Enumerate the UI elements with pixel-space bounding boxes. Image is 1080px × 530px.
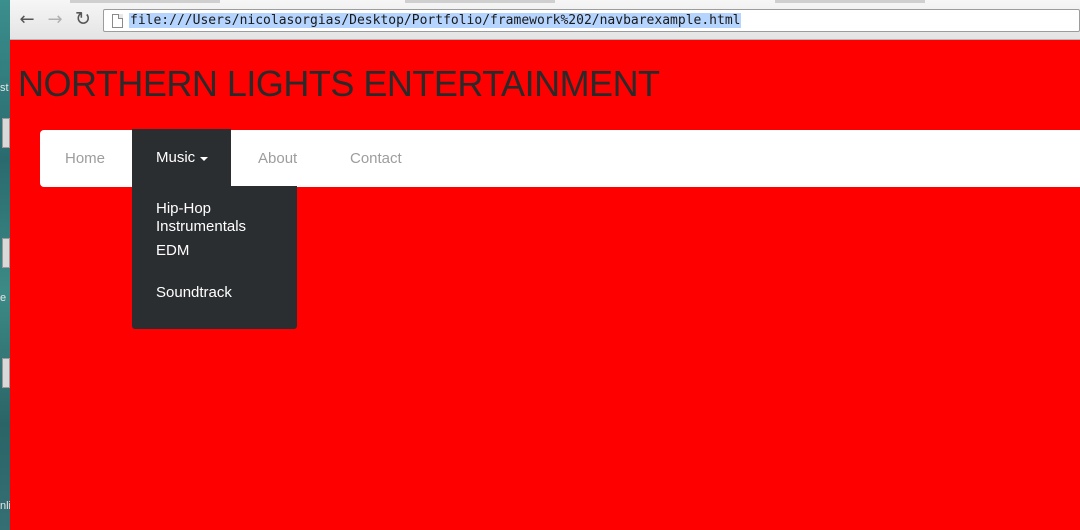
dropdown-item-hip-hop-instrumentals[interactable]: Hip-Hop Instrumentals — [132, 200, 297, 242]
nav-about-link[interactable]: About — [258, 130, 297, 187]
desktop-file-icon — [2, 358, 10, 388]
forward-arrow-icon: → — [47, 8, 63, 30]
browser-tab-edge[interactable] — [775, 0, 925, 3]
reload-icon: ↻ — [75, 8, 91, 30]
address-bar[interactable]: file:///Users/nicolasorgias/Desktop/Port… — [103, 9, 1080, 32]
page-icon — [112, 13, 123, 28]
browser-toolbar: ← → ↻ file:///Users/nicolasorgias/Deskto… — [10, 0, 1080, 40]
reload-button[interactable]: ↻ — [72, 8, 94, 30]
desktop-label-fragment: nli — [0, 500, 10, 512]
nav-home-link[interactable]: Home — [65, 130, 105, 187]
music-dropdown-menu: Hip-Hop Instrumentals EDM Soundtrack — [132, 186, 297, 329]
dropdown-item-label-line2: Instrumentals — [156, 218, 247, 235]
browser-tab-edge[interactable] — [70, 0, 220, 3]
desktop-file-icon — [2, 118, 10, 148]
dropdown-item-label-line1: Hip-Hop — [156, 200, 212, 217]
desktop-label-fragment: st — [0, 82, 9, 94]
desktop-file-icon — [2, 238, 10, 268]
page-content: NORTHERN LIGHTS ENTERTAINMENT Home Music… — [10, 41, 1080, 530]
browser-tab-edge[interactable] — [405, 0, 555, 3]
url-text[interactable]: file:///Users/nicolasorgias/Desktop/Port… — [129, 13, 742, 28]
dropdown-item-edm[interactable]: EDM — [132, 242, 297, 284]
nav-music-dropdown-toggle[interactable]: Music — [132, 129, 231, 186]
dropdown-item-soundtrack[interactable]: Soundtrack — [132, 284, 297, 302]
desktop-background: st e nli — [0, 0, 10, 530]
back-button[interactable]: ← — [16, 8, 38, 30]
nav-music-label: Music — [156, 149, 196, 166]
desktop-label-fragment: e — [0, 292, 7, 304]
navbar: Home Music About Contact — [40, 129, 1080, 187]
browser-window: ← → ↻ file:///Users/nicolasorgias/Deskto… — [10, 0, 1080, 530]
back-arrow-icon: ← — [19, 8, 35, 30]
caret-down-icon — [200, 156, 209, 161]
nav-contact-link[interactable]: Contact — [350, 130, 402, 187]
forward-button[interactable]: → — [44, 8, 66, 30]
site-title: NORTHERN LIGHTS ENTERTAINMENT — [18, 63, 660, 104]
